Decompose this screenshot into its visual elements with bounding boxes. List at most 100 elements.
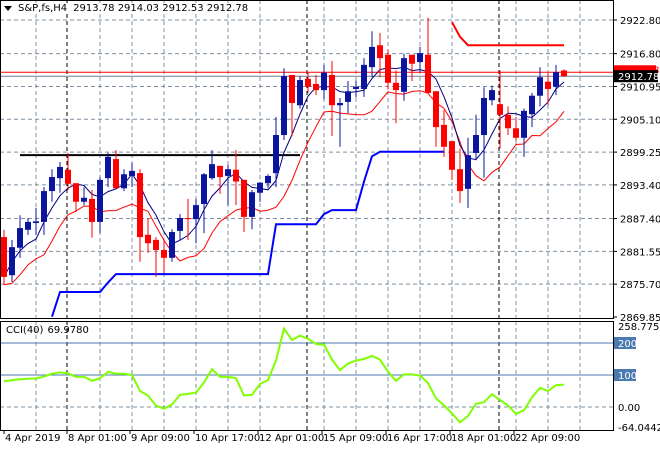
- candle: [297, 76, 303, 109]
- candle: [353, 80, 359, 98]
- candle-body: [561, 70, 567, 77]
- symbol-label: S&P,fs,H4: [18, 3, 68, 14]
- time-axis-label: 18 Apr 01:00: [451, 433, 516, 444]
- candle-body: [193, 205, 199, 220]
- candle: [529, 92, 535, 128]
- candle: [457, 148, 463, 203]
- price-axis-label: 2916.80: [620, 50, 660, 61]
- candle-body: [377, 45, 383, 59]
- candle-body: [9, 247, 15, 276]
- candle-body: [481, 97, 487, 135]
- candle-body: [81, 197, 87, 202]
- candle-body: [409, 54, 415, 64]
- time-axis-label: 22 Apr 09:00: [515, 433, 580, 444]
- candle-body: [185, 218, 191, 220]
- candle: [49, 169, 55, 202]
- candle: [553, 64, 559, 96]
- candle-body: [89, 198, 95, 222]
- cci-axis-label: 100: [618, 371, 637, 382]
- candle: [169, 229, 175, 262]
- chart-canvas[interactable]: 2922.80 2916.80 2910.95 2905.10 2899.25 2893.…: [0, 0, 660, 450]
- dropdown-triangle-icon[interactable]: [4, 6, 12, 11]
- candle-body: [209, 164, 215, 179]
- candle: [561, 69, 567, 78]
- candle: [129, 163, 135, 188]
- cci-axis-label: 0.00: [618, 403, 640, 414]
- candle: [409, 54, 415, 82]
- chart-header: S&P,fs,H4 2913.78 2914.03 2912.53 2912.7…: [4, 3, 251, 14]
- candle: [265, 174, 271, 189]
- candle-body: [537, 77, 543, 96]
- candle-body: [33, 221, 39, 224]
- candle: [337, 97, 343, 147]
- candle-body: [489, 90, 495, 101]
- candle-body: [169, 232, 175, 258]
- candle-body: [353, 86, 359, 89]
- cci-axis-label: 258.7753: [618, 322, 660, 333]
- candle: [153, 237, 159, 277]
- candle: [33, 207, 39, 235]
- price-axis-label: 2922.80: [620, 16, 660, 27]
- candle-body: [265, 175, 271, 184]
- candle-body: [345, 91, 351, 102]
- candle-body: [529, 95, 535, 115]
- candle-body: [433, 91, 439, 128]
- cci-axis-label: 200: [618, 339, 637, 350]
- candle-body: [225, 169, 231, 176]
- candle-body: [513, 128, 519, 138]
- candle-body: [505, 114, 511, 129]
- cci-name: CCI(40): [6, 325, 44, 336]
- candle-body: [497, 104, 503, 115]
- candle: [377, 32, 383, 78]
- cci-value: 69.9780: [47, 325, 89, 336]
- candle: [97, 177, 103, 234]
- candle-body: [137, 173, 143, 238]
- candle: [201, 173, 207, 234]
- candle: [73, 183, 79, 212]
- candle: [441, 110, 447, 157]
- candle: [545, 73, 551, 106]
- candle-body: [465, 155, 471, 189]
- candle: [241, 179, 247, 233]
- candle: [9, 239, 15, 282]
- candle: [41, 187, 47, 235]
- candle: [289, 74, 295, 137]
- time-axis-label: 15 Apr 09:00: [323, 433, 388, 444]
- candle: [513, 117, 519, 141]
- candle: [417, 46, 423, 73]
- candle-body: [145, 234, 151, 244]
- candle-body: [425, 54, 431, 93]
- price-axis-label: 2899.25: [620, 148, 660, 159]
- candle-body: [1, 237, 7, 277]
- candle-body: [177, 218, 183, 231]
- candle-body: [337, 103, 343, 106]
- candle-body: [25, 221, 31, 230]
- candle: [465, 137, 471, 208]
- candle-body: [273, 134, 279, 174]
- candle: [497, 70, 503, 149]
- cci-axis-label: -64.0442: [618, 423, 660, 434]
- cci-title: CCI(40) 69.9780: [6, 325, 89, 336]
- candle-body: [545, 81, 551, 89]
- candle: [273, 117, 279, 188]
- candle: [161, 239, 167, 273]
- candle-body: [313, 83, 319, 91]
- candle: [393, 70, 399, 124]
- candle-body: [249, 192, 255, 217]
- candle: [537, 67, 543, 107]
- candle-body: [393, 82, 399, 91]
- price-axis-label: 2893.40: [620, 181, 660, 192]
- candle-body: [153, 239, 159, 250]
- candle: [321, 64, 327, 100]
- candle: [257, 182, 263, 202]
- candle: [121, 169, 127, 192]
- candle-body: [129, 170, 135, 176]
- candle-body: [17, 228, 23, 248]
- candle: [57, 161, 63, 193]
- candle: [489, 85, 495, 106]
- candle-body: [521, 110, 527, 138]
- candle-body: [97, 179, 103, 222]
- candle-body: [329, 74, 335, 106]
- candle-body: [449, 141, 455, 170]
- price-axis-label: 2910.95: [620, 82, 660, 93]
